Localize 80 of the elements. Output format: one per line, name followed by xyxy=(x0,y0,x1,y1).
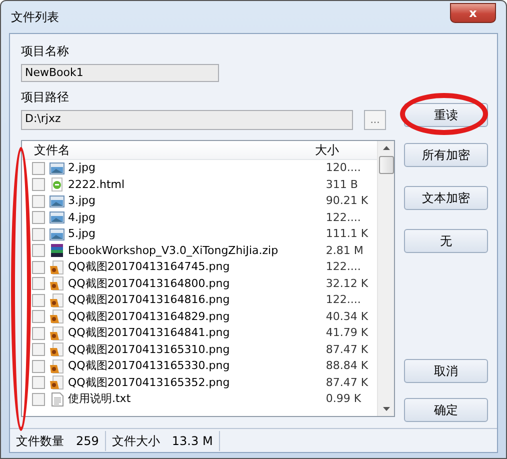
browse-button[interactable]: ... xyxy=(364,110,386,130)
picture-file-icon xyxy=(49,276,65,292)
file-name[interactable]: 5.jpg xyxy=(68,226,326,242)
text-file-icon xyxy=(49,392,65,407)
file-name[interactable]: QQ截图20170413164841.png xyxy=(68,325,326,342)
file-size: 88.84 K xyxy=(326,358,370,374)
column-header[interactable]: 文件名 xyxy=(22,141,315,159)
file-name[interactable]: 2222.html xyxy=(68,176,326,193)
file-size: 87.47 K xyxy=(326,374,370,390)
file-size: 32.12 K xyxy=(326,276,370,292)
status-label: 文件数量 xyxy=(16,432,64,450)
action-button[interactable]: 所有加密 xyxy=(404,143,488,167)
checkbox[interactable] xyxy=(32,260,45,274)
checkbox[interactable] xyxy=(32,310,45,324)
checkbox[interactable] xyxy=(32,162,45,175)
image-file-icon xyxy=(49,226,65,242)
close-button[interactable]: x xyxy=(450,3,496,23)
field-label: 项目路径 xyxy=(21,89,70,106)
file-size: 0.99 K xyxy=(326,391,362,407)
picture-file-icon xyxy=(49,342,65,358)
checkbox[interactable] xyxy=(32,244,45,258)
picture-file-icon xyxy=(49,358,65,374)
file-name[interactable]: 2.jpg xyxy=(68,160,326,176)
picture-file-icon xyxy=(49,292,65,308)
name-field[interactable]: NewBook1 xyxy=(21,64,219,82)
checkbox[interactable] xyxy=(32,376,45,390)
column-header[interactable]: 大小 xyxy=(315,141,339,159)
image-file-icon xyxy=(49,194,65,209)
dialog-button[interactable]: 取消 xyxy=(404,359,488,383)
file-name[interactable]: EbookWorkshop_V3.0_XiTongZhiJia.zip xyxy=(68,242,326,259)
file-name[interactable]: QQ截图20170413164829.png xyxy=(68,308,326,325)
image-file-icon xyxy=(49,160,65,176)
file-size: 41.79 K xyxy=(326,325,370,341)
action-button[interactable]: 无 xyxy=(404,229,488,253)
checkbox[interactable] xyxy=(32,211,45,224)
file-size: 111.1 K xyxy=(326,226,370,242)
status-label: 文件大小 xyxy=(112,432,160,450)
file-size: 120.... xyxy=(326,160,362,176)
checkbox[interactable] xyxy=(32,228,45,241)
file-size: 87.47 K xyxy=(326,342,370,358)
file-size: 122.... xyxy=(326,292,362,308)
path-field[interactable]: D:\rjxz xyxy=(21,110,353,130)
window-title: 文件列表 xyxy=(11,9,59,26)
picture-file-icon xyxy=(49,375,65,390)
checkbox[interactable] xyxy=(32,294,45,307)
checkbox[interactable] xyxy=(32,194,45,208)
scrollbar[interactable] xyxy=(377,141,394,416)
dialog-button[interactable]: 确定 xyxy=(404,398,488,422)
file-size: 311 B xyxy=(326,176,359,192)
action-button[interactable]: 文本加密 xyxy=(404,186,488,210)
picture-file-icon xyxy=(49,326,65,341)
status-value: 13.3 M xyxy=(172,432,213,450)
file-size: 90.21 K xyxy=(326,193,370,209)
file-name[interactable]: QQ截图20170413165352.png xyxy=(68,374,326,391)
checkbox[interactable] xyxy=(32,360,45,373)
checkbox[interactable] xyxy=(32,343,45,356)
file-name[interactable]: 使用说明.txt xyxy=(68,391,326,408)
status-value: 259 xyxy=(76,432,99,450)
file-name[interactable]: QQ截图20170413164816.png xyxy=(68,292,326,308)
field-label: 项目名称 xyxy=(21,43,70,60)
file-size: 122.... xyxy=(326,259,362,275)
file-name[interactable]: 3.jpg xyxy=(68,193,326,210)
scroll-thumb[interactable] xyxy=(378,156,394,174)
checkbox[interactable] xyxy=(32,277,45,290)
checkbox[interactable] xyxy=(32,178,45,192)
picture-file-icon xyxy=(49,260,65,275)
file-size: 122.... xyxy=(326,210,362,226)
file-name[interactable]: QQ截图20170413164800.png xyxy=(68,276,326,292)
file-name[interactable]: QQ截图20170413165330.png xyxy=(68,358,326,374)
file-size: 40.34 K xyxy=(326,308,370,324)
file-name[interactable]: QQ截图20170413165310.png xyxy=(68,342,326,358)
image-file-icon xyxy=(49,210,65,226)
web-file-icon xyxy=(49,177,65,192)
file-size: 2.81 M xyxy=(326,242,364,258)
checkbox[interactable] xyxy=(32,392,45,406)
archive-icon xyxy=(49,243,65,258)
file-name[interactable]: 4.jpg xyxy=(68,210,326,226)
file-name[interactable]: QQ截图20170413164745.png xyxy=(68,259,326,276)
picture-file-icon xyxy=(49,309,65,324)
checkbox[interactable] xyxy=(32,326,45,340)
